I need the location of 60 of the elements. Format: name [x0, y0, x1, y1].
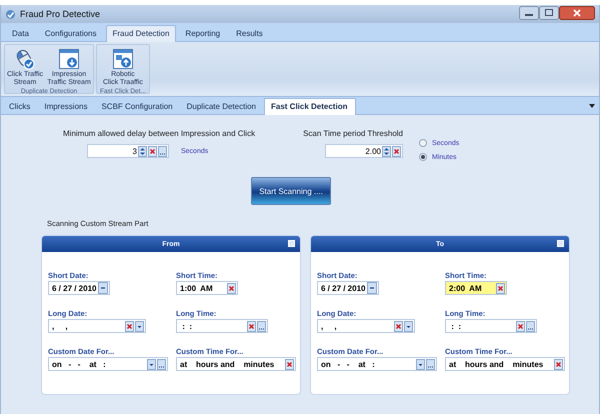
spin-button[interactable] [382, 146, 391, 156]
input-field[interactable]: : : [176, 319, 268, 333]
ellipsis-button[interactable] [158, 146, 167, 156]
document-tab[interactable]: Duplicate Detection [180, 99, 264, 114]
radio-button[interactable] [419, 153, 427, 161]
clear-button[interactable] [285, 358, 294, 370]
input-field[interactable]: at hours and minutes [445, 357, 565, 371]
ribbon-tab[interactable]: Fraud Detection [106, 25, 176, 42]
clear-button[interactable] [496, 282, 505, 294]
document-tab[interactable]: Fast Click Detection [264, 98, 356, 115]
clear-button[interactable] [516, 320, 525, 332]
ribbon-tab[interactable]: Data [5, 25, 36, 41]
ellipsis-button[interactable] [157, 358, 166, 370]
minimize-button[interactable] [519, 6, 539, 20]
dropdown-arrow-icon[interactable] [589, 104, 595, 108]
window-icon [57, 47, 81, 71]
input-field[interactable]: 3 [87, 144, 169, 158]
document-tab[interactable]: SCBF Configuration [95, 99, 181, 114]
dropdown-button[interactable] [416, 358, 425, 370]
clear-button[interactable] [125, 320, 134, 332]
input-field[interactable]: 6 / 27 / 2010 [317, 281, 379, 295]
ribbon-tab[interactable]: Reporting [178, 25, 228, 41]
window-title: Fraud Pro Detective [20, 9, 102, 19]
input-field[interactable]: on - - at : [48, 357, 168, 371]
input-field[interactable]: , , [48, 319, 146, 333]
dropdown-button[interactable] [147, 358, 156, 370]
ellipsis-button[interactable] [426, 358, 435, 370]
clear-button[interactable] [247, 320, 256, 332]
input-field[interactable]: 1:00 AM [176, 281, 238, 295]
radio-button[interactable] [419, 139, 427, 147]
date-picker-button[interactable] [98, 282, 108, 294]
ellipsis-button[interactable] [257, 320, 266, 332]
start-scanning-button[interactable]: Start Scanning .... [251, 177, 331, 205]
clear-button[interactable] [394, 320, 403, 332]
input-field[interactable]: 2.00 [325, 144, 403, 158]
input-field[interactable]: on - - at : [317, 357, 437, 371]
date-picker-button[interactable] [367, 282, 377, 294]
clear-button[interactable] [554, 358, 563, 370]
ellipsis-button[interactable] [526, 320, 535, 332]
clear-button[interactable] [227, 282, 236, 294]
input-field[interactable]: at hours and minutes [176, 357, 296, 371]
maximize-button[interactable] [539, 6, 559, 20]
ribbon-tab[interactable]: Results [229, 25, 270, 41]
input-field[interactable]: : : [445, 319, 537, 333]
setting-label: Minimum allowed delay between Impression and Click [63, 129, 256, 138]
clear-button[interactable] [148, 146, 157, 156]
input-field[interactable]: 6 / 27 / 2010 [48, 281, 110, 295]
clear-button[interactable] [392, 146, 401, 156]
document-tab[interactable]: Clicks [3, 99, 38, 114]
setting-label: Scan Time period Threshold [303, 129, 403, 138]
dropdown-button[interactable] [404, 320, 413, 332]
ribbon-tab[interactable]: Configurations [38, 25, 104, 41]
window-icon [110, 47, 135, 71]
input-field[interactable]: 2:00 AM [445, 281, 507, 295]
dropdown-button[interactable] [135, 320, 144, 332]
close-button[interactable] [559, 6, 595, 20]
app-icon [5, 8, 16, 20]
spin-button[interactable] [138, 146, 147, 156]
document-tab[interactable]: Impressions [38, 99, 96, 114]
input-field[interactable]: , , [317, 319, 415, 333]
